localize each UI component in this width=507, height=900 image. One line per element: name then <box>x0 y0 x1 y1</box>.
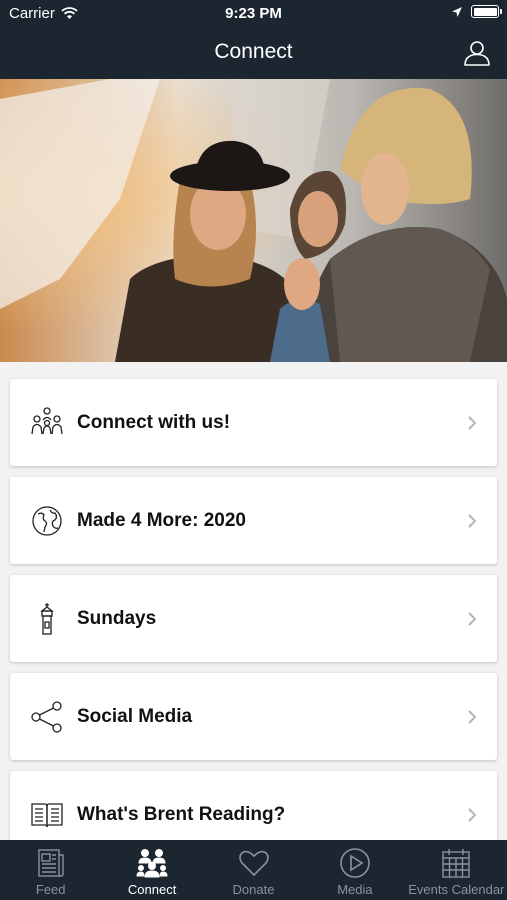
list-item-label: Sundays <box>77 607 157 629</box>
people-group-icon <box>29 405 65 441</box>
location-arrow-icon <box>452 6 462 17</box>
list-item-label: Made 4 More: 2020 <box>77 509 246 531</box>
tab-label: Feed <box>35 882 66 897</box>
status-right <box>451 5 502 18</box>
tab-feed[interactable]: Feed <box>0 840 101 900</box>
list-item-whats-brent-reading[interactable]: What's Brent Reading? <box>10 771 497 840</box>
page-title: Connect <box>214 40 293 63</box>
play-circle-icon <box>340 848 370 878</box>
globe-icon <box>29 503 65 539</box>
list-item-label: What's Brent Reading? <box>77 803 286 825</box>
people-group-icon <box>136 849 168 878</box>
tab-bar: Feed Connect Donate Media Events Calenda… <box>0 840 507 900</box>
chevron-right-icon <box>468 807 477 822</box>
list-item-social-media[interactable]: Social Media <box>10 673 497 760</box>
list-item-made-4-more[interactable]: Made 4 More: 2020 <box>10 477 497 564</box>
chevron-right-icon <box>468 415 477 430</box>
tab-donate[interactable]: Donate <box>203 840 304 900</box>
list-item-label: Connect with us! <box>77 411 231 433</box>
status-time: 9:23 PM <box>225 5 282 22</box>
chevron-right-icon <box>468 709 477 724</box>
tab-label: Events Calendar <box>408 882 505 897</box>
list-item-connect-with-us[interactable]: Connect with us! <box>10 379 497 466</box>
chevron-right-icon <box>468 611 477 626</box>
tab-label: Donate <box>232 882 275 897</box>
tab-events-calendar[interactable]: Events Calendar <box>406 840 507 900</box>
tab-label: Connect <box>127 882 177 897</box>
list-item-label: Social Media <box>77 705 193 727</box>
menu-list: Connect with us! Made 4 More: 2020 Sunda… <box>0 362 507 840</box>
tab-label: Media <box>337 882 373 897</box>
profile-icon[interactable] <box>463 39 491 67</box>
nav-bar: Connect <box>0 28 507 79</box>
heart-icon <box>238 850 269 877</box>
calendar-icon <box>442 849 471 878</box>
share-icon <box>29 699 65 735</box>
tab-connect[interactable]: Connect <box>101 840 202 900</box>
hero-image <box>0 79 507 362</box>
battery-icon <box>471 5 502 18</box>
chevron-right-icon <box>468 513 477 528</box>
status-bar: Carrier 9:23 PM <box>0 0 507 28</box>
steeple-icon <box>29 601 65 637</box>
list-item-sundays[interactable]: Sundays <box>10 575 497 662</box>
tab-media[interactable]: Media <box>304 840 405 900</box>
book-icon <box>29 797 65 833</box>
newspaper-icon <box>38 849 64 877</box>
